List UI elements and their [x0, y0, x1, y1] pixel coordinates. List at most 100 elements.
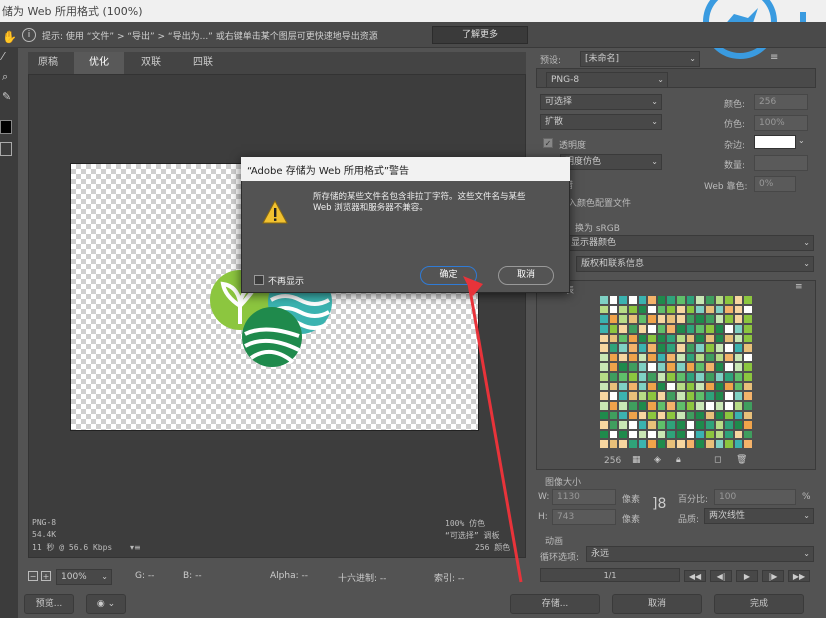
- color-swatch[interactable]: [647, 372, 657, 382]
- color-swatch[interactable]: [599, 314, 609, 324]
- link-proportions-icon[interactable]: ]8: [652, 496, 666, 512]
- last-frame-button[interactable]: ▶▶: [788, 570, 810, 582]
- color-swatch[interactable]: [637, 410, 648, 421]
- color-swatch[interactable]: [743, 323, 753, 334]
- color-swatch[interactable]: [666, 352, 676, 363]
- color-swatch[interactable]: [743, 381, 753, 392]
- color-swatch[interactable]: [676, 420, 686, 430]
- color-swatch[interactable]: [637, 439, 648, 449]
- zoom-out-button[interactable]: −: [28, 571, 38, 581]
- color-swatch[interactable]: [743, 333, 753, 344]
- color-swatch[interactable]: [656, 439, 667, 449]
- zoom-tool-icon[interactable]: ⌕: [2, 70, 8, 84]
- color-swatch[interactable]: [599, 362, 609, 372]
- color-swatch[interactable]: [733, 362, 744, 372]
- color-swatch[interactable]: [704, 333, 715, 344]
- color-swatch[interactable]: [618, 410, 628, 421]
- color-swatch[interactable]: [666, 343, 676, 353]
- toggle-slices-icon[interactable]: [0, 142, 12, 156]
- color-swatch[interactable]: [714, 372, 725, 382]
- color-swatch[interactable]: [714, 314, 725, 324]
- color-swatch[interactable]: [608, 420, 619, 430]
- color-swatch[interactable]: [637, 372, 648, 382]
- color-swatch[interactable]: [714, 400, 725, 411]
- color-swatch[interactable]: [656, 391, 667, 401]
- color-swatch[interactable]: [647, 429, 657, 440]
- color-swatch[interactable]: [627, 333, 638, 344]
- color-swatch[interactable]: [666, 323, 676, 334]
- color-swatch[interactable]: [608, 362, 619, 372]
- color-swatch[interactable]: [599, 439, 609, 449]
- color-swatch[interactable]: [656, 381, 667, 392]
- color-swatch[interactable]: [618, 381, 628, 392]
- color-swatch[interactable]: [743, 400, 753, 411]
- color-swatch[interactable]: [724, 372, 734, 382]
- color-swatch[interactable]: [733, 304, 744, 315]
- color-swatch[interactable]: [647, 323, 657, 334]
- color-swatch[interactable]: [695, 362, 705, 372]
- color-swatch[interactable]: [618, 372, 628, 382]
- color-swatch[interactable]: [637, 352, 648, 363]
- color-swatch[interactable]: [724, 295, 734, 305]
- color-swatch[interactable]: [637, 381, 648, 392]
- color-swatch[interactable]: [743, 429, 753, 440]
- color-swatch[interactable]: [637, 420, 648, 430]
- color-swatch[interactable]: [608, 429, 619, 440]
- previous-frame-button[interactable]: ◀|: [710, 570, 732, 582]
- color-swatch[interactable]: [608, 372, 619, 382]
- metadata-select[interactable]: 版权和联系信息 ⌄: [576, 256, 814, 272]
- color-swatch[interactable]: [743, 352, 753, 363]
- color-swatch[interactable]: [647, 333, 657, 344]
- color-swatch[interactable]: [666, 381, 676, 392]
- settings-menu-icon[interactable]: ≡: [770, 52, 778, 63]
- dither-algorithm-select[interactable]: 扩散 ⌄: [540, 114, 662, 130]
- color-swatch[interactable]: [627, 352, 638, 363]
- color-swatch[interactable]: [733, 410, 744, 421]
- color-swatch[interactable]: [618, 314, 628, 324]
- color-swatch[interactable]: [695, 343, 705, 353]
- color-swatch[interactable]: [743, 439, 753, 449]
- color-swatch[interactable]: [704, 295, 715, 305]
- color-swatch[interactable]: [704, 400, 715, 411]
- color-swatch[interactable]: [724, 362, 734, 372]
- transparency-checkbox[interactable]: ✓: [543, 138, 553, 148]
- color-swatch[interactable]: [599, 391, 609, 401]
- color-swatch[interactable]: [743, 304, 753, 315]
- color-swatch[interactable]: [647, 439, 657, 449]
- color-swatch[interactable]: [733, 420, 744, 430]
- color-swatch[interactable]: [647, 381, 657, 392]
- color-swatch[interactable]: [637, 391, 648, 401]
- color-swatch[interactable]: [704, 429, 715, 440]
- color-swatch[interactable]: [733, 439, 744, 449]
- color-swatch[interactable]: [608, 343, 619, 353]
- color-swatch[interactable]: [627, 295, 638, 305]
- color-swatch[interactable]: [704, 314, 715, 324]
- color-swatch[interactable]: [647, 352, 657, 363]
- color-swatch[interactable]: [685, 314, 696, 324]
- color-swatch[interactable]: [743, 391, 753, 401]
- color-swatch[interactable]: [608, 333, 619, 344]
- color-swatch[interactable]: [666, 372, 676, 382]
- color-swatch[interactable]: [724, 304, 734, 315]
- lock-color-icon[interactable]: 🔒︎: [676, 455, 681, 465]
- color-swatch[interactable]: [695, 410, 705, 421]
- color-swatch[interactable]: [685, 391, 696, 401]
- color-swatch[interactable]: [714, 410, 725, 421]
- hand-tool-icon[interactable]: ✋: [2, 30, 17, 44]
- color-swatch[interactable]: [685, 429, 696, 440]
- color-swatch[interactable]: [647, 314, 657, 324]
- color-swatch[interactable]: [704, 323, 715, 334]
- color-swatch[interactable]: [733, 372, 744, 382]
- reduction-select[interactable]: 可选择 ⌄: [540, 94, 662, 110]
- color-swatch[interactable]: [656, 333, 667, 344]
- color-swatch[interactable]: [714, 295, 725, 305]
- slice-select-tool-icon[interactable]: ⁄: [2, 50, 4, 63]
- tab-2up[interactable]: 双联: [128, 52, 174, 74]
- color-swatch[interactable]: [608, 295, 619, 305]
- color-swatch[interactable]: [676, 439, 686, 449]
- color-swatch[interactable]: [627, 314, 638, 324]
- color-swatch[interactable]: [676, 352, 686, 363]
- color-swatch[interactable]: [676, 295, 686, 305]
- color-swatch[interactable]: [637, 362, 648, 372]
- color-swatch[interactable]: [714, 420, 725, 430]
